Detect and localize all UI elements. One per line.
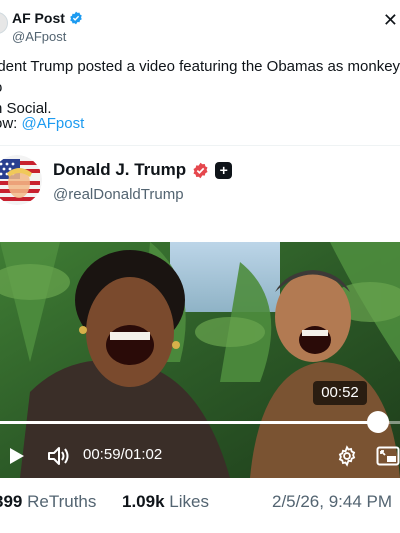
outer-author-row[interactable]: AF Post [12, 10, 83, 26]
likes-label: Likes [169, 492, 209, 511]
video-controls: 00:59/01:02 [0, 440, 400, 470]
outer-post-header: AF Post @AFpost ✕ [0, 0, 400, 50]
video-time-display: 00:59/01:02 [83, 446, 163, 463]
outer-post-text: ident Trump posted a video featuring the… [0, 58, 400, 117]
video-scrubber-handle[interactable] [367, 411, 389, 433]
outer-author-handle: @AFpost [12, 29, 67, 44]
retruths-label: ReTruths [27, 492, 97, 511]
trump-avatar[interactable] [0, 155, 42, 205]
post-stats: 399 ReTruths 1.09k Likes 2/5/26, 9:44 PM [0, 492, 400, 516]
volume-icon[interactable] [47, 445, 71, 467]
likes-count: 1.09k [122, 492, 165, 511]
close-icon[interactable]: ✕ [383, 10, 398, 31]
verified-badge-icon [70, 11, 82, 25]
time-remaining-badge: 00:52 [313, 381, 367, 405]
video-progress-fill [0, 421, 378, 424]
follow-prefix: ow: [0, 115, 18, 132]
retruths-stat[interactable]: 399 ReTruths [0, 492, 96, 512]
play-icon[interactable] [9, 447, 25, 465]
video-progress-track[interactable] [0, 421, 400, 424]
outer-follow-line: ow: @AFpost [0, 115, 84, 132]
settings-icon[interactable] [336, 445, 358, 467]
divider [0, 145, 400, 146]
trump-author-name[interactable]: Donald J. Trump [53, 160, 186, 180]
outer-author-name[interactable]: AF Post [12, 10, 65, 26]
retruths-count: 399 [0, 492, 23, 511]
plus-icon[interactable]: + [215, 161, 233, 179]
outer-avatar[interactable] [0, 12, 8, 34]
truth-verified-badge-icon [193, 162, 208, 178]
follow-handle-link[interactable]: @AFpost [22, 115, 85, 132]
trump-author-handle: @realDonaldTrump [53, 186, 184, 203]
likes-stat[interactable]: 1.09k Likes [122, 492, 209, 512]
picture-in-picture-icon[interactable] [376, 446, 400, 466]
post-timestamp[interactable]: 2/5/26, 9:44 PM [272, 492, 392, 512]
trump-author-row[interactable]: Donald J. Trump + [53, 160, 233, 180]
